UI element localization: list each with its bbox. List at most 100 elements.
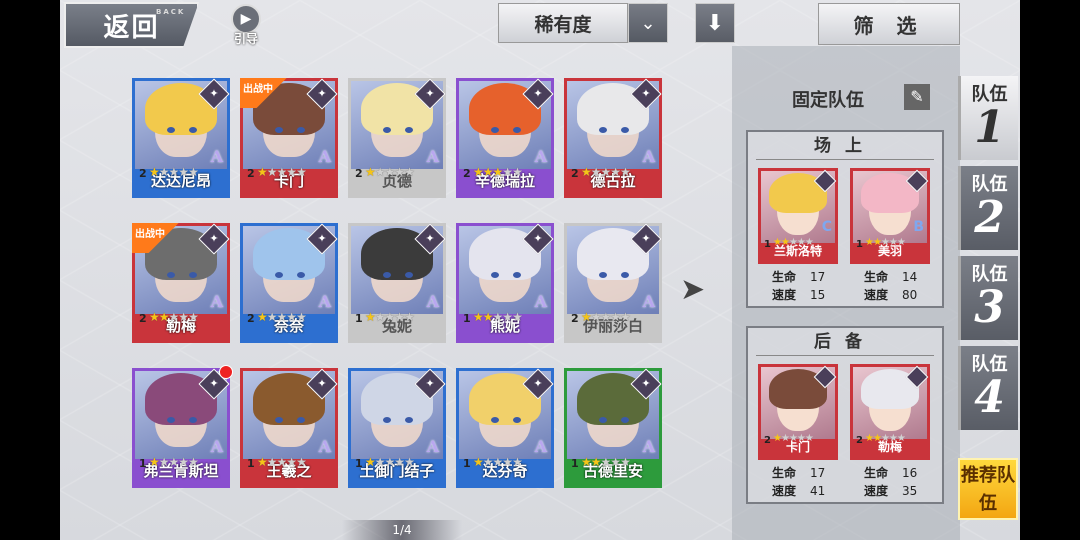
hero-level: 2 [355, 167, 363, 180]
recommend-label: 推荐队伍 [961, 465, 1015, 514]
speed-label: 速度 [864, 288, 889, 302]
filter-label: 筛 选 [853, 13, 925, 38]
star-rating: ★★★★★ [149, 310, 199, 324]
team-tab-number: 1 [974, 102, 1005, 153]
onfield-hero-card[interactable]: 1 ★★★★★ C 兰斯洛特 [758, 168, 838, 264]
rank-label: C [821, 219, 832, 235]
notification-dot [219, 365, 233, 379]
rank-label: A [318, 437, 331, 456]
speed-stat: 速度 35 [864, 482, 917, 499]
star-rating: ★★★★★ [581, 165, 631, 179]
hero-card[interactable]: ✦ 1 ★★★★★ A 土御门结子 [348, 368, 446, 488]
rank-label: A [534, 292, 547, 311]
hero-level: 2 [247, 167, 255, 180]
hero-level: 2 [764, 435, 771, 446]
team-panel: 固定队伍 ✎ 场上 1 ★★★★★ C 兰斯洛特 生命 17 速度 15 1 ★★★★★ B 美羽 生命… [732, 46, 960, 540]
rank-label: A [534, 147, 547, 166]
hero-card[interactable]: ✦ 1 ★★★★★ A 兔妮 [348, 223, 446, 343]
rank-label: A [210, 292, 223, 311]
hero-card[interactable]: ✦ 2 ★★★★★ A 卡门 出战中 [240, 78, 338, 198]
rank-label: A [426, 147, 439, 166]
hp-value: 17 [810, 466, 826, 480]
star-rating: ★★★★★ [365, 455, 415, 469]
star-rating: ★★★★★ [149, 455, 199, 469]
team-tab-3[interactable]: 队伍 3 [958, 256, 1018, 340]
hero-level: 1 [355, 312, 363, 325]
reserve-group: 后备 2 ★★★★★ 卡门 生命 17 速度 41 2 ★★★★★ 勒梅 生命 16 速度 35 [746, 326, 944, 504]
hero-level: 2 [856, 435, 863, 446]
arrow-right-icon: ➤ [680, 272, 706, 307]
onfield-hero-card[interactable]: 1 ★★★★★ B 美羽 [850, 168, 930, 264]
star-rating: ★★★★★ [865, 237, 906, 248]
hero-card[interactable]: ✦ 1 ★★★★★ A 王羲之 [240, 368, 338, 488]
rank-label: B [913, 219, 924, 235]
hero-level: 2 [247, 312, 255, 325]
star-rating: ★★★★★ [773, 433, 814, 444]
guide-button[interactable]: ▶ 引导 [226, 4, 266, 48]
hero-level: 2 [139, 167, 147, 180]
hp-label: 生命 [772, 466, 797, 480]
sort-toggle-button[interactable]: ⌄ [628, 3, 668, 43]
star-rating: ★★★★★ [257, 165, 307, 179]
sort-rarity-dropdown[interactable]: 稀有度 [498, 3, 628, 43]
hero-card[interactable]: ✦ 1 ★★★★★ A 达芬奇 [456, 368, 554, 488]
team-tab-1[interactable]: 队伍 1 [958, 76, 1018, 160]
hp-stat: 生命 17 [772, 268, 825, 285]
onfield-group: 场上 1 ★★★★★ C 兰斯洛特 生命 17 速度 15 1 ★★★★★ B 美羽 生命 14 速度 80 [746, 130, 944, 308]
reserve-hero-card[interactable]: 2 ★★★★★ 勒梅 [850, 364, 930, 460]
hero-level: 1 [355, 457, 363, 470]
hero-card[interactable]: ✦ 2 ★★★★★ A 达达尼昂 [132, 78, 230, 198]
hp-label: 生命 [864, 466, 889, 480]
hero-level: 2 [571, 312, 579, 325]
hero-level: 2 [139, 312, 147, 325]
rank-label: A [534, 437, 547, 456]
recommend-team-button[interactable]: 推荐队伍 [958, 458, 1018, 520]
hero-level: 1 [139, 457, 147, 470]
speed-value: 80 [902, 288, 918, 302]
rank-label: A [642, 147, 655, 166]
star-rating: ★★★★★ [473, 455, 523, 469]
rank-label: A [426, 292, 439, 311]
roster-grid: ✦ 2 ★★★★★ A 达达尼昂 ✦ 2 ★★★★★ A 卡门 出战中 ✦ 2 ★★★★★ A 贞德 ✦ 2 ★★★… [132, 78, 672, 493]
star-rating: ★★★★★ [149, 165, 199, 179]
rank-label: A [642, 437, 655, 456]
hero-level: 1 [463, 312, 471, 325]
pagination: 1/4 [342, 520, 462, 540]
hero-card[interactable]: ✦ 2 ★★★★★ A 伊丽莎白 [564, 223, 662, 343]
back-button[interactable]: 返回 BACK [64, 2, 199, 48]
hero-card[interactable]: ✦ 2 ★★★★★ A 辛德瑞拉 [456, 78, 554, 198]
hp-label: 生命 [772, 270, 797, 284]
speed-label: 速度 [864, 484, 889, 498]
reserve-heading: 后备 [756, 328, 934, 356]
hero-card[interactable]: ✦ 2 ★★★★★ A 奈奈 [240, 223, 338, 343]
speed-value: 41 [810, 484, 826, 498]
hp-value: 17 [810, 270, 826, 284]
speed-stat: 速度 80 [864, 286, 917, 303]
speed-stat: 速度 41 [772, 482, 825, 499]
reserve-hero-card[interactable]: 2 ★★★★★ 卡门 [758, 364, 838, 460]
hero-card[interactable]: ✦ 2 ★★★★★ A 德古拉 [564, 78, 662, 198]
sort-label: 稀有度 [534, 13, 592, 36]
hp-value: 14 [902, 270, 918, 284]
star-rating: ★★★★★ [581, 310, 631, 324]
rank-label: A [210, 437, 223, 456]
edit-icon[interactable]: ✎ [904, 84, 930, 110]
speed-stat: 速度 15 [772, 286, 825, 303]
filter-button[interactable]: 筛 选 [818, 3, 960, 45]
hero-card[interactable]: ✦ 1 ★★★★★ A 熊妮 [456, 223, 554, 343]
star-rating: ★★★★★ [581, 455, 631, 469]
deployed-tag: 出战中 [132, 223, 186, 253]
hero-card[interactable]: ✦ 2 ★★★★★ A 勒梅 出战中 [132, 223, 230, 343]
hero-level: 1 [764, 239, 771, 250]
team-tab-number: 4 [974, 372, 1005, 423]
hero-level: 1 [247, 457, 255, 470]
sort-order-button[interactable]: ⬇ [695, 3, 735, 43]
hero-card[interactable]: ✦ 2 ★★★★★ A 贞德 [348, 78, 446, 198]
hero-card[interactable]: ✦ 1 ★★★★★ A 古德里安 [564, 368, 662, 488]
team-tab-4[interactable]: 队伍 4 [958, 346, 1018, 430]
team-tab-number: 2 [974, 192, 1005, 243]
team-tab-2[interactable]: 队伍 2 [958, 166, 1018, 250]
hero-card[interactable]: ✦ 1 ★★★★★ A 弗兰肯斯坦 [132, 365, 233, 488]
hp-value: 16 [902, 466, 918, 480]
speed-label: 速度 [772, 288, 797, 302]
